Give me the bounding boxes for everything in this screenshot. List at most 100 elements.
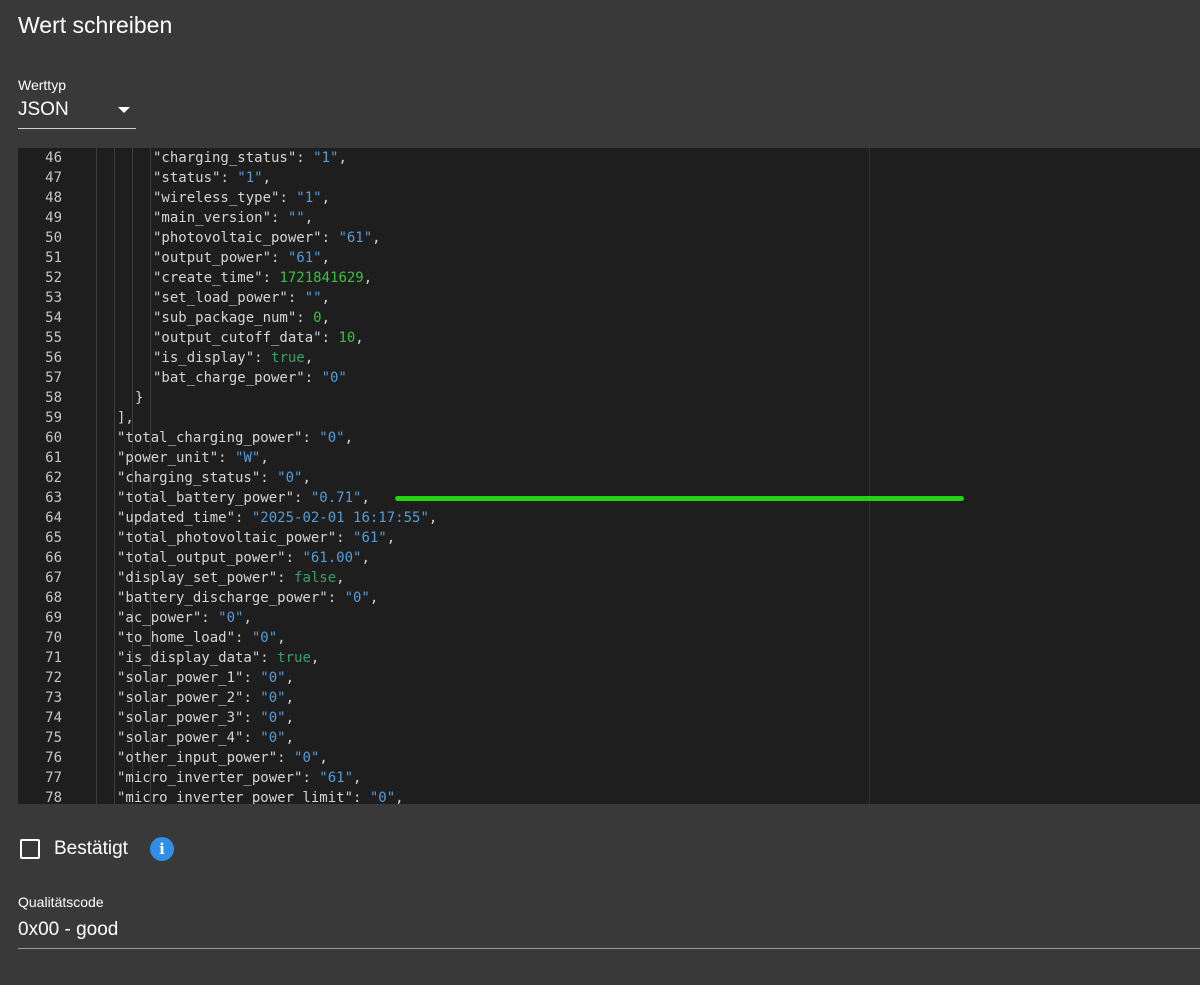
code-token-key: "status" bbox=[153, 170, 221, 186]
code-token-bool: true bbox=[277, 650, 311, 666]
code-line: "create_time": 1721841629, bbox=[153, 268, 372, 288]
code-token-punc: , bbox=[395, 790, 404, 804]
code-token-str: "1" bbox=[237, 170, 263, 186]
code-token-str: "0" bbox=[260, 730, 286, 746]
code-token-punc: , bbox=[321, 310, 331, 326]
code-token-key: "power_unit" bbox=[117, 450, 219, 466]
code-line: "total_battery_power": "0.71", bbox=[117, 488, 370, 508]
code-token-punc: , bbox=[353, 770, 362, 786]
line-number: 46 bbox=[45, 150, 62, 166]
code-token-key: "ac_power" bbox=[117, 610, 202, 626]
code-token-str: "61" bbox=[338, 230, 373, 246]
code-token-str: "61" bbox=[319, 770, 354, 786]
code-token-str: "2025-02-01 16:17:55" bbox=[251, 510, 429, 526]
code-token-key: "bat_charge_power" bbox=[153, 370, 305, 386]
info-icon[interactable]: i bbox=[150, 837, 174, 861]
value-type-selected: JSON bbox=[18, 99, 69, 120]
line-number: 65 bbox=[45, 530, 62, 546]
code-line: "bat_charge_power": "0" bbox=[153, 368, 347, 388]
code-token-str: "0" bbox=[321, 370, 347, 386]
code-token-punc: , bbox=[336, 570, 345, 586]
code-token-punc: : bbox=[254, 350, 272, 366]
line-number: 77 bbox=[45, 770, 62, 786]
code-token-str: "0" bbox=[369, 790, 396, 804]
line-number: 58 bbox=[45, 390, 62, 406]
code-token-key: "to_home_load" bbox=[117, 630, 236, 646]
code-token-punc: , bbox=[243, 610, 252, 626]
line-number: 56 bbox=[45, 350, 62, 366]
code-line: "other_input_power": "0", bbox=[117, 748, 328, 768]
line-number: 53 bbox=[45, 290, 62, 306]
code-line: "set_load_power": "", bbox=[153, 288, 330, 308]
code-line: "solar_power_2": "0", bbox=[117, 688, 294, 708]
code-token-punc: : bbox=[287, 290, 305, 306]
highlight-marker bbox=[395, 496, 964, 501]
json-code-editor[interactable]: 46 47 48 49 50 51 52 53 54 55 56 57 58 59 60 61 62 63 64 65… bbox=[18, 148, 1200, 804]
code-token-punc: , bbox=[372, 230, 381, 246]
code-token-str: "" bbox=[287, 210, 305, 226]
code-token-punc: : bbox=[220, 170, 238, 186]
code-token-punc: : bbox=[277, 750, 295, 766]
line-number: 47 bbox=[45, 170, 62, 186]
code-token-str: "0" bbox=[251, 630, 278, 646]
line-number: 78 bbox=[45, 790, 62, 804]
line-number: 61 bbox=[45, 450, 62, 466]
chevron-down-icon bbox=[118, 107, 130, 113]
line-number: 68 bbox=[45, 590, 62, 606]
line-number: 52 bbox=[45, 270, 62, 286]
write-value-dialog: Wert schreiben Werttyp JSON 46 47 48 49 50 51… bbox=[0, 0, 1200, 985]
code-line: "total_charging_power": "0", bbox=[117, 428, 353, 448]
code-token-punc: , bbox=[321, 250, 331, 266]
value-type-select[interactable]: JSON bbox=[18, 96, 136, 129]
code-token-key: "micro_inverter_power" bbox=[117, 770, 303, 786]
code-token-punc: , bbox=[262, 170, 272, 186]
code-token-punc: , bbox=[361, 550, 370, 566]
code-token-punc: , bbox=[285, 710, 295, 726]
line-number: 54 bbox=[45, 310, 62, 326]
code-line: "solar_power_4": "0", bbox=[117, 728, 294, 748]
code-token-key: "charging_status" bbox=[153, 150, 297, 166]
code-token-str: "0" bbox=[260, 690, 286, 706]
code-line: "total_photovoltaic_power": "61", bbox=[117, 528, 395, 548]
line-number: 69 bbox=[45, 610, 62, 626]
code-line: "photovoltaic_power": "61", bbox=[153, 228, 381, 248]
code-token-punc: : bbox=[271, 250, 288, 266]
line-number: 50 bbox=[45, 230, 62, 246]
code-token-punc: : bbox=[260, 650, 278, 666]
code-token-key: "output_cutoff_data" bbox=[153, 330, 322, 346]
code-token-punc: , bbox=[304, 350, 314, 366]
code-line: "wireless_type": "1", bbox=[153, 188, 330, 208]
quality-code-field[interactable]: 0x00 - good bbox=[18, 914, 1200, 949]
code-token-punc: : bbox=[243, 690, 261, 706]
code-token-punc: , bbox=[361, 490, 370, 506]
code-line: "charging_status": "1", bbox=[153, 148, 347, 168]
code-line: "status": "1", bbox=[153, 168, 271, 188]
code-token-punc: : bbox=[321, 230, 339, 246]
line-number-gutter: 46 47 48 49 50 51 52 53 54 55 56 57 58 59 60 61 62 63 64 65… bbox=[18, 148, 80, 804]
code-token-key: "photovoltaic_power" bbox=[153, 230, 322, 246]
confirm-checkbox[interactable] bbox=[20, 839, 40, 859]
code-token-key: "solar_power_1" bbox=[117, 670, 244, 686]
code-token-str: "0.71" bbox=[310, 490, 362, 506]
code-token-key: "display_set_power" bbox=[117, 570, 278, 586]
line-number: 59 bbox=[45, 410, 62, 426]
confirm-label[interactable]: Bestätigt bbox=[54, 838, 128, 860]
code-line: "display_set_power": false, bbox=[117, 568, 345, 588]
code-token-key: "other_input_power" bbox=[117, 750, 278, 766]
code-token-punc: , bbox=[428, 510, 438, 526]
line-number: 73 bbox=[45, 690, 62, 706]
dialog-title: Wert schreiben bbox=[18, 12, 173, 38]
code-token-punc: : bbox=[218, 450, 236, 466]
code-line: "ac_power": "0", bbox=[117, 608, 252, 628]
indent-guide bbox=[114, 148, 115, 804]
quality-code-label: Qualitätscode bbox=[18, 894, 104, 910]
code-area[interactable]: "charging_status": "1", "status": "1", "wi… bbox=[80, 148, 1200, 804]
code-line: "output_power": "61", bbox=[153, 248, 330, 268]
code-token-num: 1721841629 bbox=[279, 270, 364, 286]
code-token-punc: , bbox=[277, 630, 286, 646]
code-token-punc: , bbox=[310, 650, 320, 666]
code-token-key: "total_output_power" bbox=[117, 550, 286, 566]
code-token-punc: : bbox=[243, 730, 261, 746]
code-token-str: "1" bbox=[313, 150, 339, 166]
code-token-punc: : bbox=[327, 590, 345, 606]
